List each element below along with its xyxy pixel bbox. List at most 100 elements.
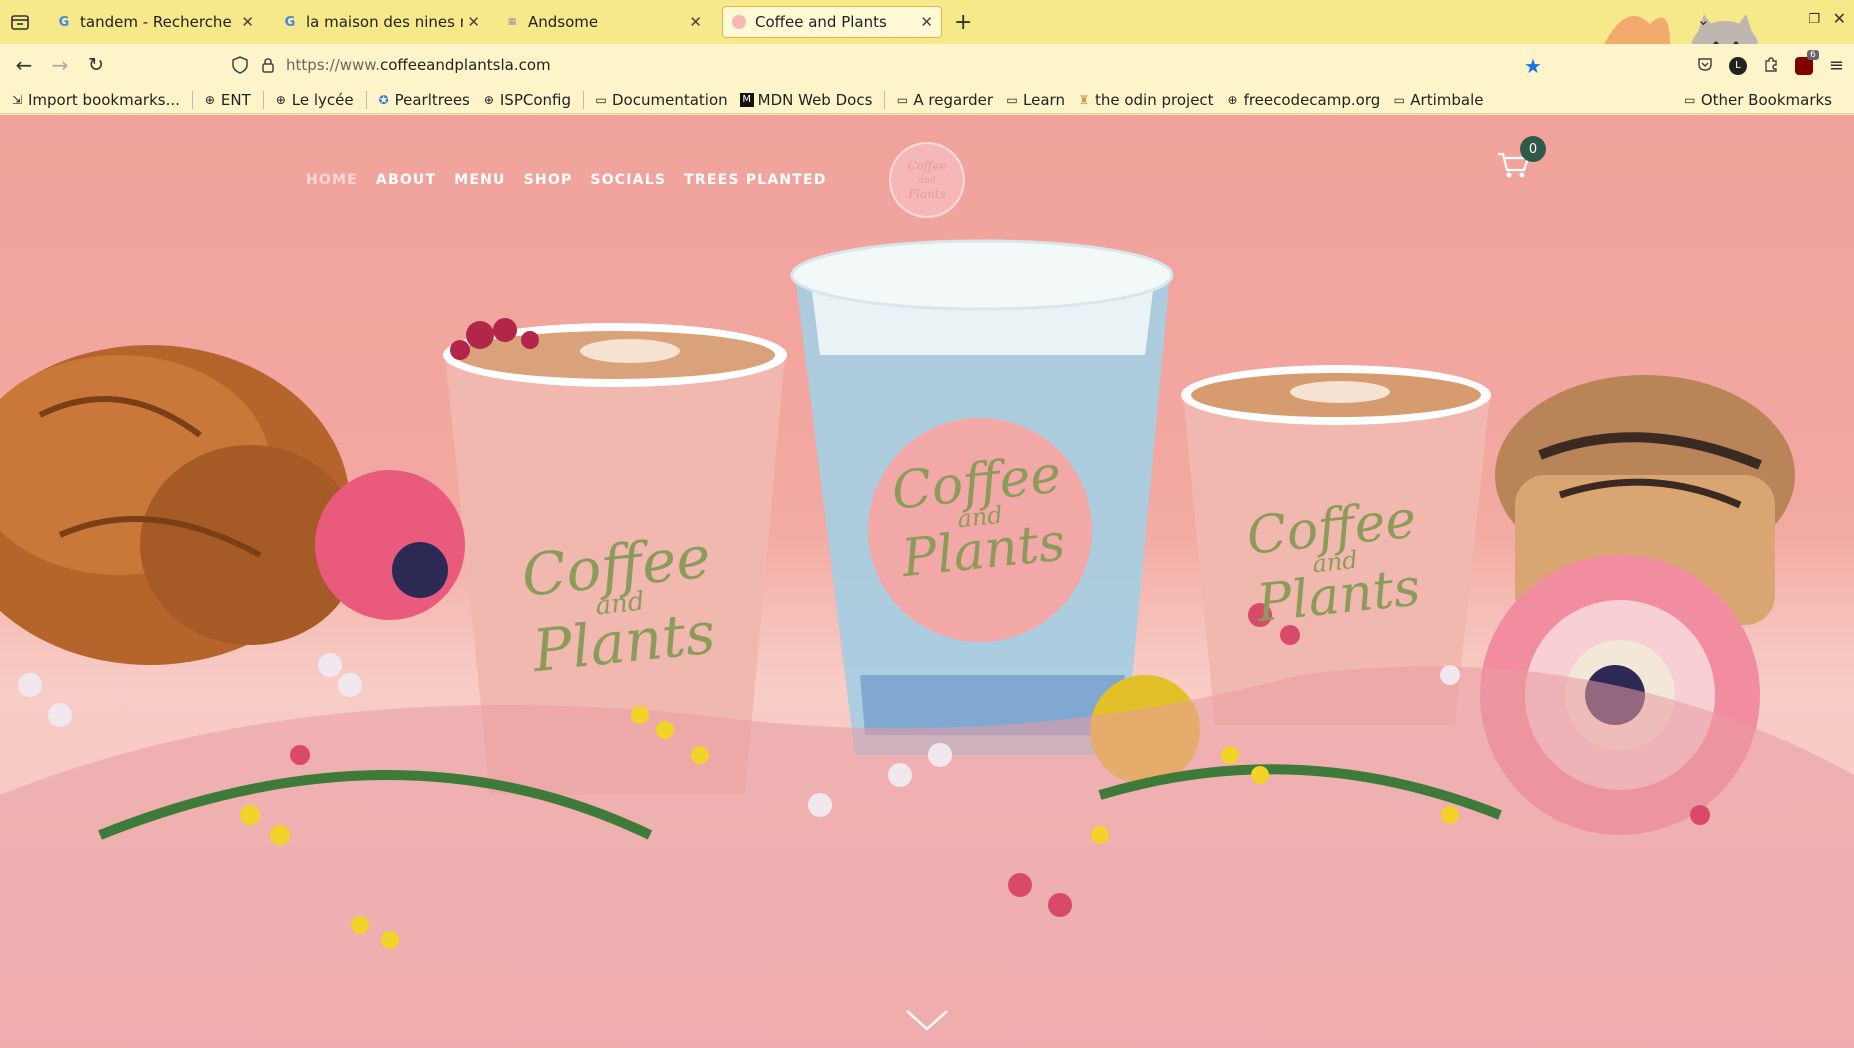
nav-about-link[interactable]: ABOUT bbox=[376, 172, 436, 188]
odin-icon: ♜ bbox=[1078, 92, 1090, 107]
google-icon: G bbox=[58, 14, 70, 30]
other-bookmarks[interactable]: ▭ Other Bookmarks bbox=[1683, 91, 1832, 109]
coffee-and-plants-favicon-icon bbox=[731, 14, 747, 30]
import-icon: ⇲ bbox=[11, 92, 23, 107]
logo-word: Plants bbox=[908, 186, 946, 201]
url-scheme: https://www. bbox=[286, 56, 380, 74]
bookmark-learn[interactable]: ▭ Learn bbox=[1005, 91, 1065, 109]
middle-cup-brand-text: Coffee and Plants bbox=[875, 444, 1086, 589]
lock-icon[interactable] bbox=[258, 55, 278, 75]
folder-icon: ▭ bbox=[1684, 93, 1696, 107]
tab-list-icon[interactable] bbox=[8, 10, 32, 34]
close-icon[interactable]: ✕ bbox=[467, 13, 480, 31]
forward-icon[interactable]: → bbox=[48, 53, 72, 77]
bookmarks-toolbar: ⇲ Import bookmarks... ⊕ ENT ⊕ Le lycée ✪ Pea… bbox=[0, 86, 1854, 114]
nav-shop-link[interactable]: SHOP bbox=[524, 172, 573, 188]
bookmark-separator bbox=[365, 90, 367, 109]
globe-icon: ⊕ bbox=[1227, 92, 1238, 107]
url-host: coffeeandplantsla.com bbox=[379, 56, 551, 74]
close-icon[interactable]: ✕ bbox=[689, 13, 702, 31]
bookmark-label: Other Bookmarks bbox=[1700, 91, 1832, 109]
url-bar[interactable]: https://www. coffeeandplantsla.com bbox=[230, 49, 1550, 81]
bookmark-label: ISPConfig bbox=[499, 90, 571, 109]
cart-count-badge: 0 bbox=[1520, 136, 1546, 162]
extensions-puzzle-icon[interactable] bbox=[1763, 56, 1779, 76]
reload-icon[interactable]: ↻ bbox=[84, 53, 108, 77]
logo-text: Coffee and Plants bbox=[907, 158, 947, 201]
brand-word: Plants bbox=[529, 598, 719, 686]
left-cup-brand-text: Coffee and Plants bbox=[514, 523, 726, 686]
bookmark-label: Pearltrees bbox=[394, 90, 470, 109]
close-window-icon[interactable]: ✕ bbox=[1833, 9, 1846, 28]
back-icon[interactable]: ← bbox=[12, 53, 36, 77]
bookmark-label: Artimbale bbox=[1410, 90, 1484, 109]
pearltrees-icon: ✪ bbox=[378, 92, 389, 107]
bookmark-label: Learn bbox=[1023, 90, 1065, 109]
bookmark-freecodecamp[interactable]: ⊕ freecodecamp.org bbox=[1226, 91, 1381, 109]
bookmark-label: Import bookmarks... bbox=[28, 90, 180, 109]
tab-1[interactable]: G tandem - Recherche Goog ✕ bbox=[48, 6, 262, 38]
bookmark-ent[interactable]: ⊕ ENT bbox=[203, 91, 251, 109]
bookmark-a-regarder[interactable]: ▭ A regarder bbox=[895, 91, 993, 109]
bookmark-separator bbox=[262, 90, 264, 109]
nav-socials-link[interactable]: SOCIALS bbox=[590, 172, 666, 188]
folder-icon: ▭ bbox=[896, 92, 909, 107]
folder-icon: ▭ bbox=[1393, 92, 1405, 107]
pocket-icon[interactable] bbox=[1697, 56, 1713, 76]
bookmark-star-icon[interactable]: ★ bbox=[1524, 54, 1542, 78]
restore-window-icon[interactable]: ❐ bbox=[1808, 12, 1820, 27]
bookmark-mdn-web-docs[interactable]: M MDN Web Docs bbox=[739, 90, 873, 109]
toolbar-extensions: L 6 ≡ bbox=[1697, 49, 1844, 76]
bookmark-separator bbox=[191, 90, 193, 109]
croissant-icon bbox=[0, 345, 360, 665]
bookmark-le-lycee[interactable]: ⊕ Le lycée bbox=[274, 91, 354, 109]
nav-home-link[interactable]: HOME bbox=[306, 172, 358, 188]
ublock-origin-icon[interactable]: 6 bbox=[1794, 49, 1819, 75]
globe-icon: ⊕ bbox=[275, 92, 286, 107]
bookmark-separator bbox=[884, 90, 886, 109]
bookmark-import[interactable]: ⇲ Import bookmarks... bbox=[10, 91, 180, 109]
app-menu-icon[interactable]: ≡ bbox=[1829, 55, 1844, 76]
site-main-nav: HOME ABOUT MENU SHOP SOCIALS TREES PLANT… bbox=[306, 172, 827, 188]
right-cup-brand-text: Coffee and Plants bbox=[1235, 489, 1436, 635]
tab-2[interactable]: G la maison des nines marse ✕ bbox=[274, 6, 488, 38]
close-icon[interactable]: ✕ bbox=[241, 13, 254, 31]
new-tab-icon[interactable]: + bbox=[954, 10, 972, 35]
tab-title: Coffee and Plants bbox=[755, 13, 887, 31]
tracking-protection-shield-icon[interactable] bbox=[230, 55, 250, 75]
tab-active-coffee-and-plants[interactable]: Coffee and Plants ✕ bbox=[722, 6, 942, 38]
bookmark-separator bbox=[583, 90, 584, 109]
bookmark-label: the odin project bbox=[1094, 90, 1214, 109]
globe-icon: ⊕ bbox=[483, 92, 494, 107]
account-avatar-icon[interactable]: L bbox=[1728, 56, 1747, 75]
bookmark-label: Le lycée bbox=[291, 90, 354, 109]
bookmark-ispconfig[interactable]: ⊕ ISPConfig bbox=[482, 91, 571, 109]
bookmark-label: A regarder bbox=[913, 90, 994, 109]
nav-menu-link[interactable]: MENU bbox=[454, 172, 505, 188]
folder-icon: ▭ bbox=[595, 92, 607, 107]
tab-title: la maison des nines marse bbox=[306, 13, 463, 31]
scroll-down-chevron-icon[interactable] bbox=[903, 1005, 951, 1035]
bookmark-the-odin-project[interactable]: ♜ the odin project bbox=[1077, 91, 1214, 109]
brand-word: Plants bbox=[1254, 557, 1424, 635]
mdn-icon: M bbox=[739, 92, 754, 107]
extension-badge: 6 bbox=[1807, 49, 1819, 60]
logo-word: Coffee bbox=[907, 158, 947, 173]
coffee-and-plants-homepage: Coffee and Plants Coffee and Plants Coff… bbox=[0, 115, 1854, 1048]
tab-title: Andsome bbox=[528, 13, 599, 31]
site-logo[interactable]: Coffee and Plants bbox=[889, 142, 965, 218]
globe-icon: ⊕ bbox=[204, 92, 215, 107]
nav-trees-planted-link[interactable]: TREES PLANTED bbox=[684, 172, 826, 188]
bookmark-label: Documentation bbox=[612, 90, 728, 109]
bookmark-artimbale[interactable]: ▭ Artimbale bbox=[1392, 90, 1484, 109]
google-icon: G bbox=[284, 14, 296, 30]
tab-title: tandem - Recherche Goog bbox=[80, 13, 237, 31]
list-all-tabs-icon[interactable]: ⌄ bbox=[1697, 10, 1710, 29]
tab-3[interactable]: ▦ Andsome ✕ bbox=[496, 6, 710, 38]
folder-icon: ▭ bbox=[1006, 92, 1018, 107]
close-icon[interactable]: ✕ bbox=[920, 13, 933, 31]
bookmark-label: ENT bbox=[220, 90, 251, 109]
bookmark-documentation[interactable]: ▭ Documentation bbox=[594, 90, 728, 109]
bookmark-pearltrees[interactable]: ✪ Pearltrees bbox=[377, 91, 470, 109]
bookmark-label: MDN Web Docs bbox=[757, 90, 873, 109]
